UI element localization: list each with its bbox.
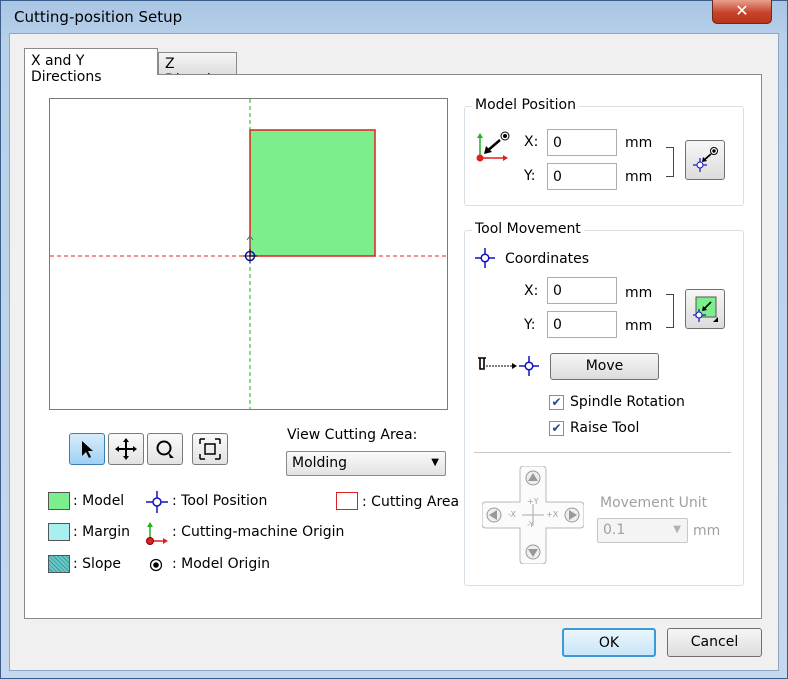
move-button[interactable]: Move [550,353,659,380]
set-model-origin-button[interactable] [685,140,725,180]
pointer-icon [82,441,93,458]
spindle-rotation-label: Spindle Rotation [570,394,685,410]
tool-x-field[interactable] [547,277,617,304]
model-x-label: X: [524,134,539,150]
raise-tool-label: Raise Tool [570,420,640,436]
model-y-unit: mm [625,169,653,185]
view-cutting-area-value: Molding [292,455,348,471]
legend-model: : Model [73,493,125,509]
jog-left-label: -X [508,510,516,519]
raise-tool-checkbox[interactable]: ✔ [549,421,564,436]
legend-margin: : Margin [73,524,130,540]
fit-to-window-icon [199,438,221,460]
tool-y-label: Y: [524,317,536,333]
tool-y-field[interactable] [547,311,617,338]
set-tool-coordinates-button[interactable] [685,289,725,329]
ok-button[interactable]: OK [562,628,656,657]
jog-right-label: +X [546,510,559,519]
tool-x-label: X: [524,283,539,299]
jog-up-label: +Y [527,497,539,506]
tool-movement-divider [474,452,731,453]
zoom-tool-button[interactable] [147,433,183,465]
legend-cutting-area: : Cutting Area [362,494,460,510]
movement-unit-suffix: mm [693,523,721,539]
move-arrows-icon [115,438,137,460]
model-position-title: Model Position [472,97,579,113]
model-area [249,129,376,257]
cancel-button[interactable]: Cancel [667,628,762,657]
tool-move-icon [478,356,539,376]
tab-z-direction[interactable]: Z Direction [158,52,237,88]
legend-tool-position: : Tool Position [172,493,268,509]
tool-bracket [666,294,674,328]
view-cutting-area-label: View Cutting Area: [287,427,418,443]
model-x-unit: mm [625,135,653,151]
window-title: Cutting-position Setup [14,8,183,26]
chevron-down-icon: ▼ [431,457,439,468]
model-y-field[interactable] [547,163,617,190]
tab-x-and-y-directions[interactable]: X and Y Directions [24,48,158,85]
chevron-down-icon: ▼ [673,524,681,535]
jog-pad[interactable] [482,466,584,564]
model-origin-offset-icon [476,131,510,162]
model-origin-to-tool-icon [693,147,718,172]
zoom-icon [156,440,174,458]
movement-unit-label: Movement Unit [600,495,708,511]
slope-swatch [48,555,70,573]
coordinates-label: Coordinates [505,251,590,267]
jog-down-label: -Y [527,520,534,529]
view-cutting-area-select[interactable]: Molding ▼ [286,451,446,476]
cutting-preview-canvas [50,99,447,409]
spindle-rotation-checkbox[interactable]: ✔ [549,395,564,410]
model-x-field[interactable] [547,129,617,156]
legend-slope: : Slope [73,556,122,572]
movement-unit-value: 0.1 [603,522,626,538]
margin-swatch [48,523,70,541]
cutting-machine-origin-icon [146,522,168,545]
movement-unit-select[interactable]: 0.1 ▼ [597,518,688,543]
tool-x-unit: mm [625,285,653,301]
fit-view-button[interactable] [192,433,228,465]
model-bracket [666,147,674,177]
select-tool-button[interactable] [69,433,105,465]
pan-tool-button[interactable] [108,433,144,465]
tool-movement-title: Tool Movement [472,221,584,237]
tool-to-area-icon [693,296,718,322]
tool-position-icon [146,491,168,513]
coordinates-icon [475,248,495,268]
model-y-label: Y: [524,168,536,184]
tool-y-unit: mm [625,318,653,334]
model-origin-icon [149,558,163,572]
cutting-area-swatch [336,492,358,510]
legend-model-origin: : Model Origin [172,556,270,572]
close-button[interactable]: ✕ [712,0,772,24]
legend-cutting-machine-origin: : Cutting-machine Origin [172,524,345,540]
cutting-preview[interactable] [49,98,448,410]
model-swatch [48,492,70,510]
